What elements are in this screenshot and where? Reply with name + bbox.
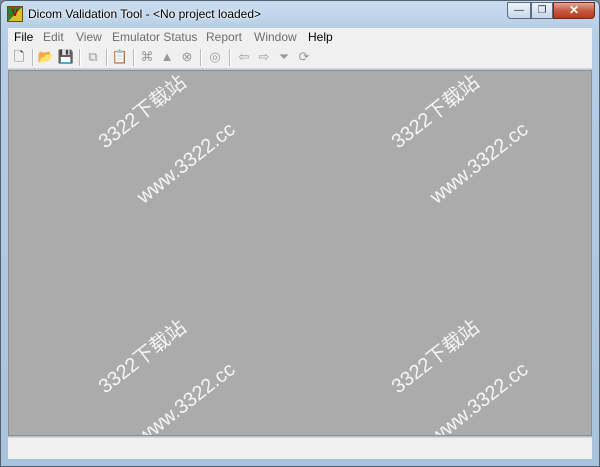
menu-emulator-status[interactable]: Emulator Status bbox=[112, 30, 197, 44]
mdi-workspace[interactable]: 3322下载站 www.3322.cc 3322下载站 www.3322.cc … bbox=[8, 70, 592, 436]
refresh-icon[interactable]: ⟳ bbox=[296, 49, 312, 65]
menu-help[interactable]: Help bbox=[308, 30, 333, 44]
save-icon[interactable]: 💾 bbox=[58, 49, 74, 65]
arrow-left-icon[interactable]: ⇦ bbox=[236, 49, 252, 65]
toolbar-separator bbox=[106, 49, 107, 66]
paste-icon[interactable]: 📋 bbox=[112, 49, 128, 65]
watermark-url: www.3322.cc bbox=[133, 118, 240, 209]
new-file-icon[interactable]: 🗋 bbox=[11, 49, 27, 65]
triangle-warning-icon[interactable]: ▲ bbox=[159, 49, 175, 65]
toolbar-separator bbox=[79, 49, 80, 66]
menu-edit[interactable]: Edit bbox=[43, 30, 64, 44]
watermark-url: www.3322.cc bbox=[133, 358, 240, 436]
watermark-brand: 3322下载站 bbox=[387, 316, 484, 399]
watermark-brand: 3322下载站 bbox=[94, 316, 191, 399]
menu-view[interactable]: View bbox=[76, 30, 102, 44]
open-folder-icon[interactable]: 📂 bbox=[38, 49, 54, 65]
toolbar-separator bbox=[200, 49, 201, 66]
title-bar[interactable]: V Dicom Validation Tool - <No project lo… bbox=[1, 1, 599, 28]
watermark-url: www.3322.cc bbox=[426, 358, 533, 436]
menu-report[interactable]: Report bbox=[206, 30, 242, 44]
app-icon[interactable]: V bbox=[7, 6, 23, 22]
watermark-url: www.3322.cc bbox=[426, 118, 533, 209]
status-bar bbox=[8, 437, 592, 459]
close-button[interactable]: ✕ bbox=[553, 2, 595, 19]
app-window: V Dicom Validation Tool - <No project lo… bbox=[0, 0, 600, 467]
binoculars-icon[interactable]: ⌘ bbox=[139, 49, 155, 65]
toolbar-separator bbox=[133, 49, 134, 66]
watermark-brand: 3322下载站 bbox=[387, 71, 484, 154]
window-title: Dicom Validation Tool - <No project load… bbox=[28, 7, 262, 21]
validate-icon[interactable]: ◎ bbox=[207, 49, 223, 65]
menu-bar: File Edit View Emulator Status Report Wi… bbox=[8, 28, 592, 46]
menu-file[interactable]: File bbox=[14, 30, 33, 44]
stop-icon[interactable]: ⊗ bbox=[179, 49, 195, 65]
maximize-button[interactable]: ❐ bbox=[531, 2, 553, 19]
copy-icon[interactable]: ⧉ bbox=[85, 49, 101, 65]
arrow-right-icon[interactable]: ⇨ bbox=[256, 49, 272, 65]
toolbar: 🗋 📂 💾 ⧉ 📋 ⌘ ▲ ⊗ ◎ ⇦ ⇨ ⏷ ⟳ bbox=[8, 46, 592, 69]
toolbar-separator bbox=[229, 49, 230, 66]
minimize-button[interactable]: — bbox=[507, 2, 531, 19]
menu-window[interactable]: Window bbox=[254, 30, 297, 44]
watermark-brand: 3322下载站 bbox=[94, 71, 191, 154]
filter-icon[interactable]: ⏷ bbox=[276, 49, 292, 65]
toolbar-separator bbox=[32, 49, 33, 66]
